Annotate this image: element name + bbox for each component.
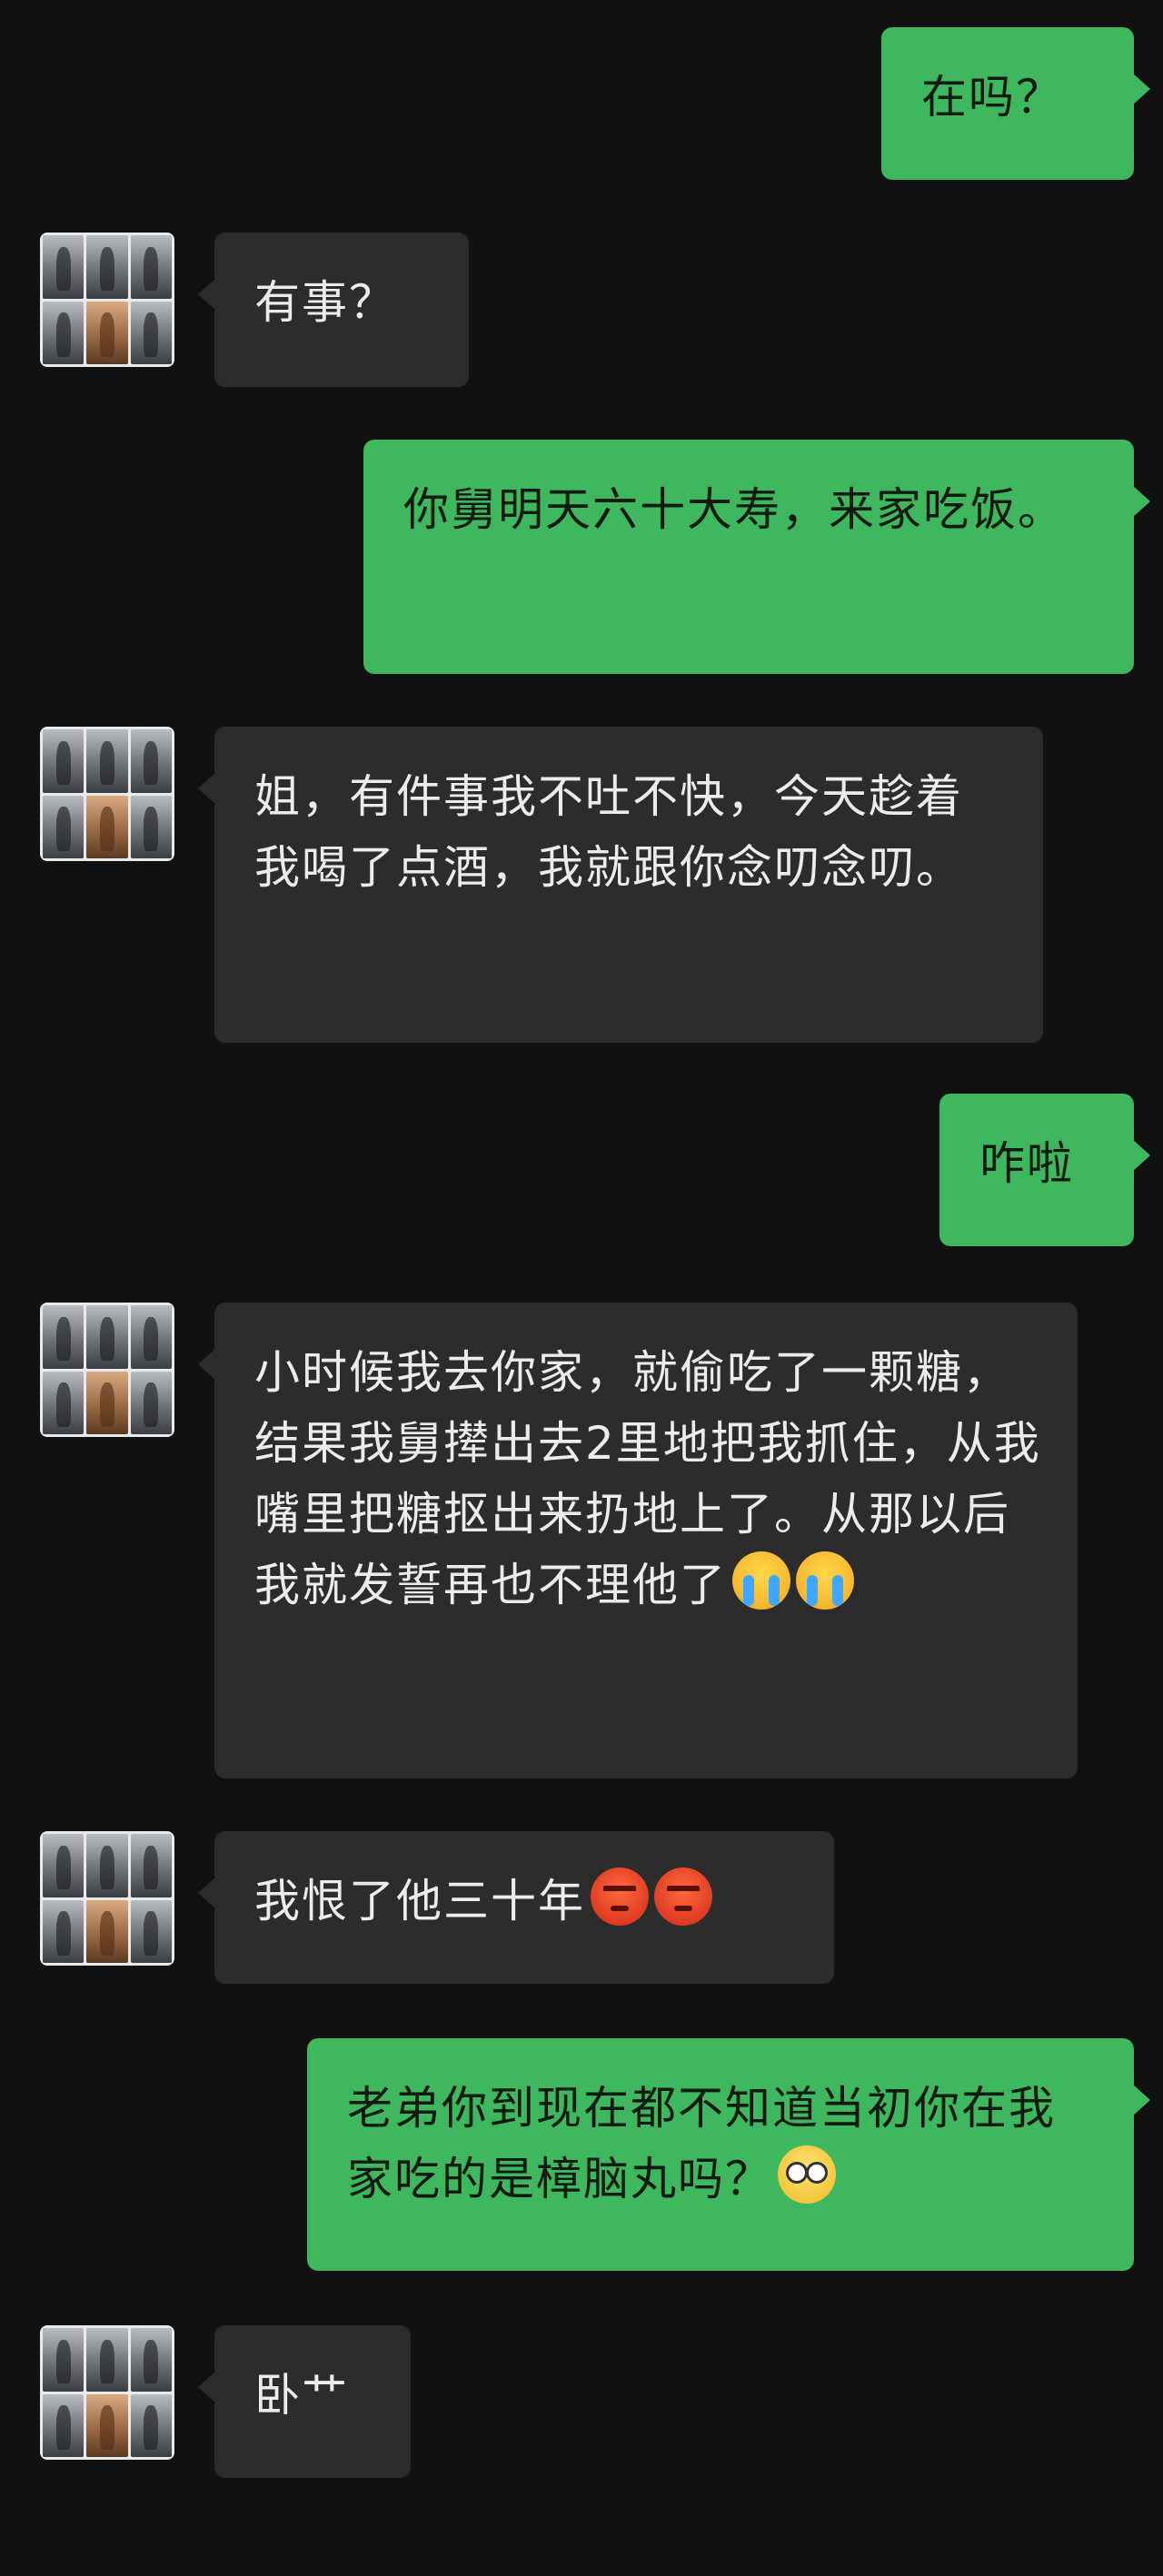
avatar[interactable] xyxy=(40,1831,174,1966)
message-bubble-incoming[interactable]: 有事？ xyxy=(198,233,469,387)
message-text: 咋啦 xyxy=(979,1137,1074,1190)
message-bubble-incoming[interactable]: 卧艹 xyxy=(198,2325,411,2478)
angry-face-icon xyxy=(654,1868,712,1926)
message-text: 在吗？ xyxy=(921,71,1063,124)
message-text: 老弟你到现在都不知道当初你在我家吃的是樟脑丸吗？ xyxy=(347,2082,1056,2205)
message-bubble-incoming[interactable]: 小时候我去你家，就偷吃了一颗糖，结果我舅撵出去2里地把我抓住，从我嘴里把糖抠出来… xyxy=(198,1303,1078,1778)
message-bubble-outgoing[interactable]: 你舅明天六十大寿，来家吃饭。 xyxy=(363,440,1150,674)
angry-face-icon xyxy=(591,1868,649,1926)
avatar[interactable] xyxy=(40,1303,174,1437)
message-text: 有事？ xyxy=(254,276,396,329)
message-text: 姐，有件事我不吐不快，今天趁着我喝了点酒，我就跟你念叨念叨。 xyxy=(254,770,963,894)
avatar[interactable] xyxy=(40,233,174,367)
message-bubble-outgoing[interactable]: 咋啦 xyxy=(939,1094,1150,1246)
message-bubble-outgoing[interactable]: 老弟你到现在都不知道当初你在我家吃的是樟脑丸吗？ xyxy=(307,2038,1150,2271)
avatar[interactable] xyxy=(40,727,174,861)
chat-window: 在吗？ 有事？ 你舅明天六十大寿，来家吃饭。 姐，有件事我不吐不快，今天趁着我喝… xyxy=(0,0,1163,2576)
message-bubble-incoming[interactable]: 姐，有件事我不吐不快，今天趁着我喝了点酒，我就跟你念叨念叨。 xyxy=(198,727,1043,1043)
message-text: 卧艹 xyxy=(254,2369,349,2422)
message-bubble-incoming[interactable]: 我恨了他三十年 xyxy=(198,1831,834,1984)
loudly-crying-face-icon xyxy=(732,1551,790,1610)
message-bubble-outgoing[interactable]: 在吗？ xyxy=(881,27,1150,180)
loudly-crying-face-icon xyxy=(796,1551,854,1610)
message-text: 我恨了他三十年 xyxy=(254,1875,585,1927)
flushed-face-icon xyxy=(778,2145,836,2204)
message-text: 小时候我去你家，就偷吃了一颗糖，结果我舅撵出去2里地把我抓住，从我嘴里把糖抠出来… xyxy=(254,1346,1041,1611)
avatar[interactable] xyxy=(40,2325,174,2460)
message-text: 你舅明天六十大寿，来家吃饭。 xyxy=(403,483,1065,536)
